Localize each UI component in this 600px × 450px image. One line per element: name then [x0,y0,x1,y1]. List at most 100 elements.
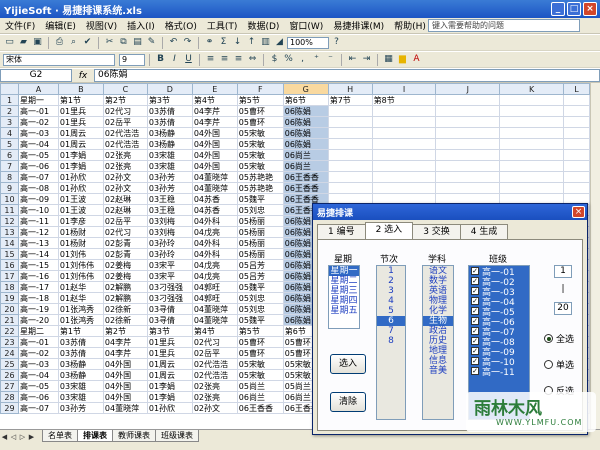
checkbox[interactable]: ✓ [471,297,479,305]
grid-cell[interactable] [435,94,501,106]
grid-cell[interactable] [499,182,564,194]
grid-cell[interactable]: 03宋平 [146,259,193,271]
column-header[interactable]: E [191,83,238,95]
grid-cell[interactable]: 03刘梅 [146,215,193,227]
grid-cell[interactable]: 03孙芳 [57,402,104,414]
tab-generate[interactable]: 4 生成 [459,224,509,239]
grid-cell[interactable]: 03刁强强 [146,292,193,304]
grid-cell[interactable]: 第4节 [191,94,238,106]
grid-cell[interactable]: 03宋平 [146,270,193,282]
decrease-decimal-icon[interactable]: ⁻ [324,53,337,66]
class-list-item[interactable]: ✓ 高一-11 [469,366,529,378]
grid-cell[interactable]: 02岳平 [102,116,148,128]
grid-cell[interactable]: 01李娟 [57,160,104,172]
percent-icon[interactable]: % [282,53,295,66]
grid-cell[interactable]: 01孙欣 [57,182,104,194]
grid-cell[interactable]: 01周云 [57,127,104,139]
grid-cell[interactable]: 05刘忠 [236,204,284,216]
grid-cell[interactable]: 02张亮 [191,391,238,403]
copy-icon[interactable]: ⧉ [117,36,130,49]
grid-cell[interactable]: 高一-08 [17,182,59,194]
grid-cell[interactable]: 03孙玲 [146,248,193,260]
grid-cell[interactable]: 05曹环 [236,347,284,359]
grid-cell[interactable]: 02代习 [191,336,238,348]
grid-cell[interactable]: 04董晓萍 [191,303,238,315]
clear-button[interactable]: 清除 [330,392,366,412]
redo-icon[interactable]: ↷ [181,36,194,49]
grid-cell[interactable]: 05魏平 [236,193,284,205]
list-item[interactable]: 英语 [423,286,453,296]
list-item[interactable]: 地理 [423,346,453,356]
grid-cell[interactable]: 04郭旺 [191,281,238,293]
grid-cell[interactable]: 04董晓萍 [191,314,238,326]
grid-cell[interactable]: 04郭旺 [191,292,238,304]
column-header[interactable]: L [562,83,590,95]
row-header[interactable]: 20 [0,303,19,315]
autosum-icon[interactable]: Σ [217,36,230,49]
grid-cell[interactable] [371,160,437,172]
increase-decimal-icon[interactable]: ⁺ [310,53,323,66]
menu-view[interactable]: 视图(V) [81,19,122,32]
select-in-button[interactable]: 选入 [330,354,366,374]
spellcheck-icon[interactable]: ✔ [81,36,94,49]
grid-cell[interactable]: 01李彦 [57,215,104,227]
select-all-corner[interactable] [0,83,19,95]
grid-cell[interactable]: 01孙欣 [57,171,104,183]
grid-cell[interactable]: 04李芹 [191,116,238,128]
grid-cell[interactable]: 05杨丽 [236,237,284,249]
grid-cell[interactable]: 03寻倩 [146,303,193,315]
column-header[interactable]: J [435,83,501,95]
checkbox[interactable]: ✓ [471,337,479,345]
help-icon[interactable]: ? [330,36,343,49]
grid-cell[interactable]: 01李娟 [146,391,193,403]
grid-cell[interactable]: 06陈娟 [282,127,329,139]
checkbox[interactable]: ✓ [471,287,479,295]
grid-cell[interactable]: 高一-06 [17,391,59,403]
grid-cell[interactable]: 03王稳 [146,193,193,205]
grid-cell[interactable]: 04外国 [102,369,148,381]
grid-cell[interactable]: 高一-10 [17,204,59,216]
checkbox[interactable]: ✓ [471,317,479,325]
checkbox[interactable]: ✓ [471,277,479,285]
grid-cell[interactable]: 04董晓萍 [102,402,148,414]
grid-cell[interactable] [499,138,564,150]
row-header[interactable]: 25 [0,358,19,370]
print-preview-icon[interactable]: ⌕ [67,36,80,49]
list-item[interactable]: 星期二 [329,276,359,286]
grid-cell[interactable]: 01刘伟伟 [57,270,104,282]
row-header[interactable]: 19 [0,292,19,304]
format-painter-icon[interactable]: ✎ [145,36,158,49]
column-header[interactable]: B [57,83,104,95]
grid-cell[interactable]: 05刘忠 [236,303,284,315]
sort-ascending-icon[interactable]: ↓ [231,36,244,49]
grid-cell[interactable]: 06陈娟 [282,138,329,150]
grid-cell[interactable]: 04外国 [191,160,238,172]
checkbox[interactable]: ✓ [471,357,479,365]
grid-cell[interactable]: 03杨静 [146,138,193,150]
grid-cell[interactable]: 02彭青 [102,248,148,260]
grid-cell[interactable]: 05吕芳 [236,259,284,271]
column-header[interactable]: H [327,83,373,95]
list-item[interactable]: 数学 [423,276,453,286]
list-item[interactable]: 6 [377,316,405,326]
row-header[interactable]: 27 [0,380,19,392]
fx-icon[interactable]: fx [72,71,94,81]
grid-cell[interactable]: 01刘伟 [57,248,104,260]
sheet-tab-class[interactable]: 班级课表 [155,430,199,442]
grid-cell[interactable]: 03杨静 [57,369,104,381]
underline-button[interactable]: U [182,53,195,66]
zoom-select[interactable]: 100% [287,36,329,49]
grid-cell[interactable]: 星期一 [17,94,59,106]
grid-cell[interactable]: 第8节 [371,94,437,106]
grid-cell[interactable]: 03宋雄 [57,391,104,403]
grid-cell[interactable]: 05尚兰 [236,380,284,392]
grid-cell[interactable]: 05宋敏 [236,149,284,161]
row-header[interactable]: 29 [0,402,19,414]
font-color-icon[interactable]: A [410,53,423,66]
grid-cell[interactable]: 02彭青 [102,237,148,249]
row-header[interactable]: 16 [0,259,19,271]
grid-cell[interactable]: 05苏艳艳 [236,171,284,183]
grid-cell[interactable]: 第3节 [146,94,193,106]
tab-numbering[interactable]: 1 编号 [317,224,366,239]
grid-cell[interactable] [371,149,437,161]
